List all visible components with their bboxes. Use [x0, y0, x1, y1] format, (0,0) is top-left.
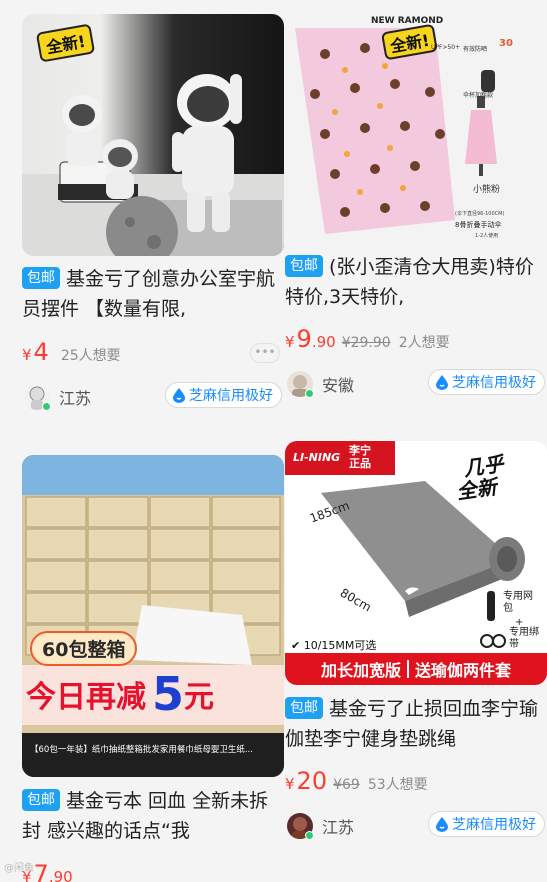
price-integer: 9 — [296, 325, 312, 353]
listing-title[interactable]: 包邮 基金亏本 回血 全新未拆封 感兴趣的话点“我 — [22, 786, 284, 846]
brand-logo: LI-NING — [293, 451, 341, 464]
usage-label: 1-2人使用 — [475, 233, 499, 239]
price-row: ¥ 20 ¥69 53人想要 — [285, 767, 428, 797]
currency-symbol: ¥ — [22, 346, 32, 364]
authentic-badge: 李宁 正品 — [349, 444, 371, 470]
product-image[interactable]: 60包整箱 今日再减 5 元 【60包一年装】纸巾抽纸整箱批发家用餐巾纸母婴卫生… — [22, 455, 284, 777]
seller-location: 江苏 — [322, 818, 355, 837]
more-options-button[interactable]: ••• — [250, 343, 280, 363]
spec-label: (伞下直径96-100CM) — [455, 211, 505, 217]
promo-banner: 今日再减 5 元 — [26, 667, 215, 721]
price-integer: 20 — [296, 767, 328, 795]
thickness-label: ✔ 10/15MM可选 — [291, 639, 377, 652]
free-shipping-tag: 包邮 — [22, 267, 60, 289]
product-image[interactable]: NEW RAMOND 全新! UPF>50+ 有效防晒 30 伞杯加粗款 小熊粉… — [285, 14, 547, 242]
price-row: ¥ 4 25人想要 — [22, 338, 121, 368]
tissue-boxes — [22, 455, 284, 777]
price-row: ¥ 9 .90 ¥29.90 2人想要 — [285, 325, 450, 355]
brand-text: NEW RAMOND — [371, 16, 444, 26]
droplet-icon — [173, 388, 185, 403]
want-count: 25人想要 — [60, 348, 121, 364]
pack-label: 60包整箱 — [30, 631, 138, 666]
currency-symbol: ¥ — [285, 333, 295, 351]
seller-row[interactable]: 江苏 芝麻信用极好 — [285, 811, 547, 841]
droplet-icon — [436, 375, 448, 390]
listing-title[interactable]: 包邮 基金亏了止损回血李宁瑜伽垫李宁健身垫跳绳 — [285, 694, 547, 754]
gift-net-label: 专用网包 — [503, 591, 533, 614]
online-dot — [305, 831, 314, 840]
seller-location: 江苏 — [59, 389, 92, 408]
product-image[interactable]: 全新! — [22, 14, 284, 256]
price-decimal: .90 — [311, 333, 336, 351]
seller-row[interactable]: 江苏 芝麻信用极好 — [22, 382, 284, 412]
free-shipping-tag: 包邮 — [285, 255, 323, 277]
type-label: 8骨折叠手动伞 — [455, 221, 502, 229]
online-dot — [42, 402, 51, 411]
color-label: 小熊粉 — [473, 185, 501, 195]
shade-label: 有效防晒 — [463, 46, 488, 53]
free-shipping-tag: 包邮 — [22, 789, 60, 811]
currency-symbol: ¥ — [285, 775, 295, 793]
product-image[interactable]: LI-NING 李宁 正品 几乎 全新 185cm 80cm ✔ 10/15MM… — [285, 441, 547, 685]
seller-location: 安徽 — [322, 376, 355, 395]
price-integer: 7 — [33, 860, 49, 882]
listing-title[interactable]: 包邮 (张小歪清仓大甩卖)特价特价,3天特价, — [285, 252, 547, 312]
want-count: 2人想要 — [398, 335, 450, 351]
extra-label: 伞杯加粗款 — [463, 92, 494, 99]
listing-title[interactable]: 包邮 基金亏了创意办公室宇航员摆件 【数量有限, — [22, 264, 284, 324]
upf-label: UPF>50+ — [431, 44, 461, 51]
watermark: @闲鱼 — [4, 863, 34, 874]
sesame-credit-badge[interactable]: 芝麻信用极好 — [428, 811, 545, 837]
seller-row[interactable]: 安徽 芝麻信用极好 — [285, 369, 547, 399]
like-new-seal: 几乎 全新 — [455, 451, 505, 504]
gift-strap-label: 专用绑带 — [509, 627, 539, 650]
original-price: ¥29.90 — [341, 335, 391, 351]
online-dot — [305, 389, 314, 398]
image-caption: 【60包一年装】纸巾抽纸整箱批发家用餐巾纸母婴卫生纸... — [30, 745, 253, 755]
days-label: 30 — [499, 38, 513, 49]
price-integer: 4 — [33, 338, 49, 366]
droplet-icon — [436, 817, 448, 832]
sesame-credit-badge[interactable]: 芝麻信用极好 — [428, 369, 545, 395]
want-count: 53人想要 — [367, 777, 428, 793]
sesame-credit-badge[interactable]: 芝麻信用极好 — [165, 382, 282, 408]
price-decimal: .90 — [48, 868, 73, 882]
original-price: ¥69 — [333, 777, 360, 793]
free-shipping-tag: 包邮 — [285, 697, 323, 719]
bottom-banner: 加长加宽版 送瑜伽两件套 — [320, 660, 512, 680]
